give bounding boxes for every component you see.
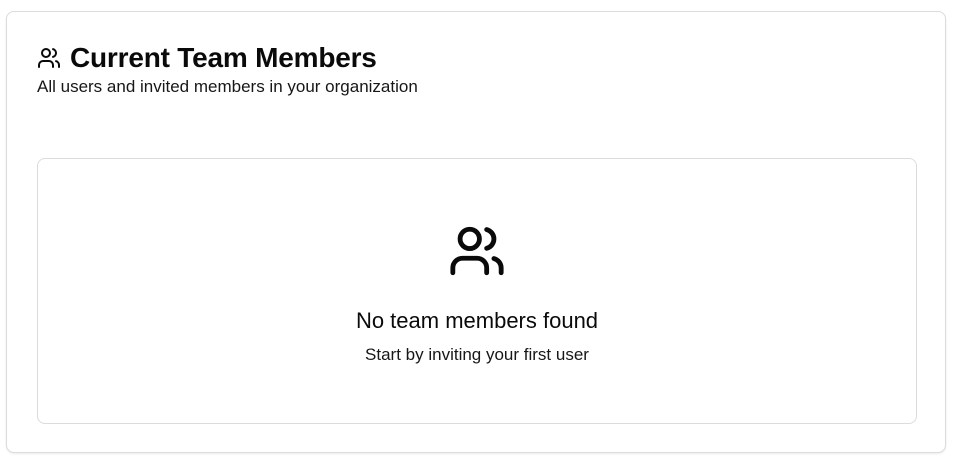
users-icon <box>37 46 61 70</box>
card-header: Current Team Members All users and invit… <box>37 40 418 98</box>
page-title: Current Team Members <box>70 42 377 73</box>
users-icon <box>447 221 507 281</box>
page-subtitle: All users and invited members in your or… <box>37 77 418 96</box>
team-members-card: Current Team Members All users and invit… <box>6 11 946 453</box>
empty-state: No team members found Start by inviting … <box>37 158 917 424</box>
title-row: Current Team Members <box>37 40 418 76</box>
empty-state-title: No team members found <box>355 308 599 333</box>
empty-state-subtitle: Start by inviting your first user <box>365 345 589 364</box>
